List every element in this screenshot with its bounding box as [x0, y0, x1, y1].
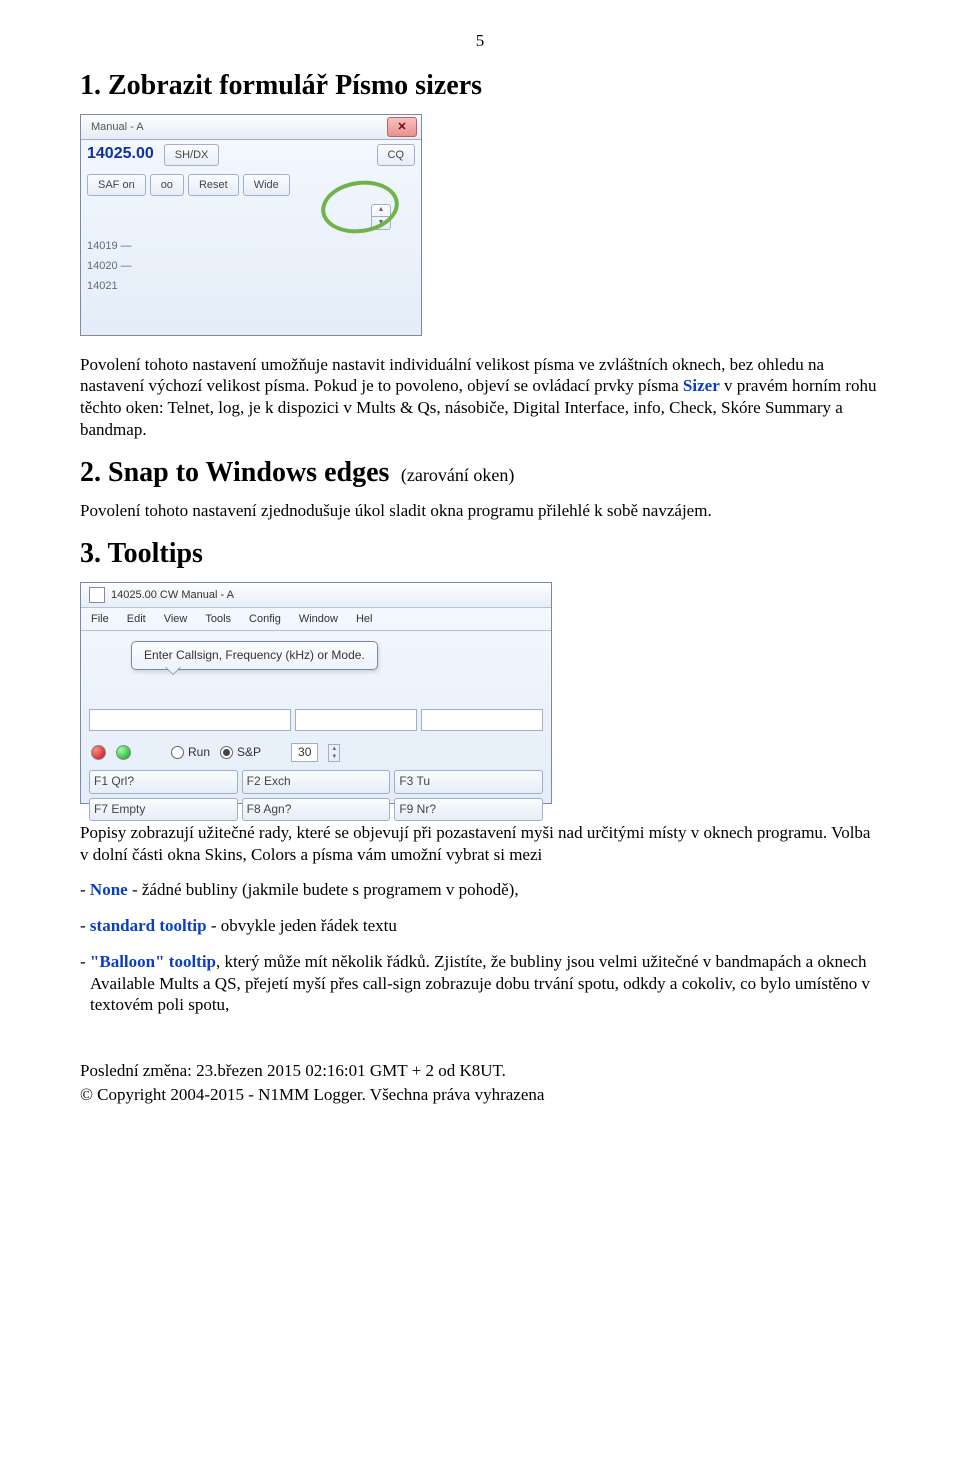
para-3: Popisy zobrazují užitečné rady, které se… — [80, 822, 880, 866]
f3-button[interactable]: F3 Tu — [394, 770, 543, 793]
shdx-button[interactable]: SH/DX — [164, 144, 220, 166]
heading-1: 1. Zobrazit formulář Písmo sizers — [80, 68, 880, 104]
field-3-input[interactable] — [421, 709, 543, 731]
frequency-readout: 14025.00 — [87, 144, 160, 164]
window-title: 14025.00 CW Manual - A — [111, 588, 234, 602]
bullet-balloon: - "Balloon" tooltip, který může mít něko… — [80, 951, 880, 1016]
none-term: None — [90, 880, 128, 899]
f7-button[interactable]: F7 Empty — [89, 798, 238, 821]
wide-button[interactable]: Wide — [243, 174, 290, 196]
heading-2-paren: (zarování oken) — [401, 465, 514, 485]
close-icon[interactable]: ✕ — [387, 117, 417, 137]
reset-button[interactable]: Reset — [188, 174, 239, 196]
f9-button[interactable]: F9 Nr? — [394, 798, 543, 821]
callsign-input[interactable] — [89, 709, 291, 731]
f1-button[interactable]: F1 Qrl? — [89, 770, 238, 793]
balloon-tooltip: Enter Callsign, Frequency (kHz) or Mode. — [131, 641, 378, 670]
sizer-term: Sizer — [683, 376, 720, 395]
standard-tooltip-term: standard tooltip — [90, 916, 207, 935]
screenshot-pismo-sizers: Manual - A ✕ 14025.00 SH/DX CQ SAF on oo… — [80, 114, 422, 336]
menubar: File Edit View Tools Config Window Hel — [81, 608, 551, 631]
run-radio[interactable]: Run — [171, 745, 210, 760]
menu-view[interactable]: View — [164, 612, 188, 626]
f8-button[interactable]: F8 Agn? — [242, 798, 391, 821]
bullet-standard: - standard tooltip - obvykle jeden řádek… — [80, 915, 880, 937]
screenshot-tooltip: 14025.00 CW Manual - A File Edit View To… — [80, 582, 552, 804]
oo-button[interactable]: oo — [150, 174, 184, 196]
heading-2: 2. Snap to Windows edges (zarování oken) — [80, 455, 880, 491]
menu-config[interactable]: Config — [249, 612, 281, 626]
scale-mark: 14020 — — [87, 256, 415, 276]
heading-1-num: 1. — [80, 70, 101, 101]
scale-mark: 14019 — — [87, 236, 415, 256]
heading-2-num: 2. — [80, 457, 101, 488]
f2-button[interactable]: F2 Exch — [242, 770, 391, 793]
footer-lastchange: Poslední změna: 23.březen 2015 02:16:01 … — [80, 1060, 880, 1082]
menu-window[interactable]: Window — [299, 612, 338, 626]
sp-radio[interactable]: S&P — [220, 745, 261, 760]
para-1: Povolení tohoto nastavení umožňuje nasta… — [80, 354, 880, 441]
field-2-input[interactable] — [295, 709, 417, 731]
bullet-none: - None - žádné bubliny (jakmile budete s… — [80, 879, 880, 901]
app-icon — [89, 587, 105, 603]
balloon-tooltip-term: "Balloon" tooltip — [90, 952, 216, 971]
heading-2-title: Snap to Windows edges — [108, 457, 389, 488]
status-dot-green — [116, 745, 131, 760]
menu-help[interactable]: Hel — [356, 612, 373, 626]
status-dot-red — [91, 745, 106, 760]
heading-1-title: Zobrazit formulář Písmo sizers — [108, 70, 482, 101]
scale-mark: 14021 — [87, 276, 415, 296]
saf-button[interactable]: SAF on — [87, 174, 146, 196]
speed-value[interactable]: 30 — [291, 743, 318, 762]
page-number: 5 — [80, 30, 880, 52]
speed-stepper[interactable]: ▲▼ — [328, 744, 340, 762]
cq-button[interactable]: CQ — [377, 144, 416, 166]
menu-tools[interactable]: Tools — [205, 612, 231, 626]
menu-edit[interactable]: Edit — [127, 612, 146, 626]
bandmap-scale: 14019 — 14020 — 14021 — [81, 234, 421, 296]
para-2: Povolení tohoto nastavení zjednodušuje ú… — [80, 500, 880, 522]
menu-file[interactable]: File — [91, 612, 109, 626]
heading-3-title: Tooltips — [108, 538, 203, 569]
heading-3-num: 3. — [80, 538, 101, 569]
heading-3: 3. Tooltips — [80, 536, 880, 572]
footer-copyright: © Copyright 2004-2015 - N1MM Logger. Vše… — [80, 1084, 880, 1106]
window-title: Manual - A — [85, 118, 387, 136]
